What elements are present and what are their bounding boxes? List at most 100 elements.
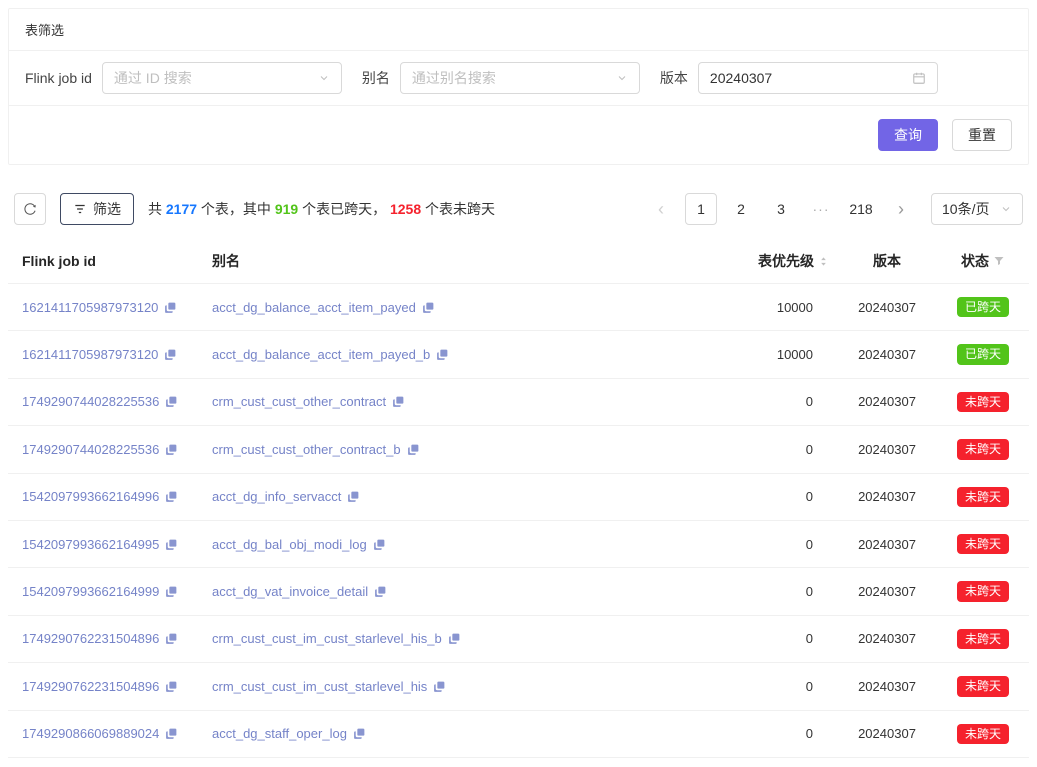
page-size-value: 10条/页 — [942, 199, 989, 219]
status-cell: 已跨天 — [937, 331, 1029, 378]
copy-icon[interactable] — [448, 632, 461, 645]
uncrossed-count: 1258 — [390, 201, 421, 217]
alias-link[interactable]: acct_dg_bal_obj_modi_log — [212, 537, 367, 552]
flink-job-id-link[interactable]: 1749290762231504896 — [22, 631, 159, 646]
alias-link[interactable]: crm_cust_cust_im_cust_starlevel_his_b — [212, 631, 442, 646]
copy-icon[interactable] — [165, 538, 178, 551]
chevron-down-icon — [1000, 203, 1012, 215]
alias-link[interactable]: crm_cust_cust_other_contract_b — [212, 442, 401, 457]
version-cell: 20240307 — [837, 284, 937, 331]
status-badge: 已跨天 — [957, 297, 1009, 317]
page-button-1[interactable]: 1 — [685, 193, 717, 225]
alias-link[interactable]: acct_dg_info_servacct — [212, 489, 341, 504]
version-cell: 20240307 — [837, 663, 937, 710]
page-button-218[interactable]: 218 — [845, 193, 877, 225]
alias-cell: crm_cust_cust_other_contract — [204, 378, 717, 425]
version-cell: 20240307 — [837, 331, 937, 378]
copy-icon[interactable] — [422, 301, 435, 314]
flink-job-id-cell: 1749290744028225536 — [8, 378, 204, 425]
table-summary: 共 2177 个表，其中 919 个表已跨天， 1258 个表未跨天 — [148, 199, 495, 219]
page-button-3[interactable]: 3 — [765, 193, 797, 225]
copy-icon[interactable] — [165, 490, 178, 503]
alias-cell: crm_cust_cust_im_cust_starlevel_his_b — [204, 615, 717, 662]
alias-cell: acct_dg_vat_invoice_detail — [204, 568, 717, 615]
copy-icon[interactable] — [165, 585, 178, 598]
flink-job-id-select[interactable]: 通过 ID 搜索 — [102, 62, 342, 94]
copy-icon[interactable] — [165, 680, 178, 693]
next-page-button[interactable]: › — [885, 193, 917, 225]
reset-button[interactable]: 重置 — [952, 119, 1012, 151]
flink-job-id-link[interactable]: 1749290744028225536 — [22, 394, 159, 409]
table-row: 1749290744028225536 crm_cust_cust_other_… — [8, 426, 1029, 473]
priority-cell: 0 — [717, 378, 837, 425]
alias-link[interactable]: crm_cust_cust_other_contract — [212, 394, 386, 409]
status-badge: 未跨天 — [957, 676, 1009, 696]
flink-job-id-link[interactable]: 1542097993662164996 — [22, 489, 159, 504]
flink-job-id-cell: 1542097993662164999 — [8, 568, 204, 615]
priority-cell: 0 — [717, 568, 837, 615]
summary-text: 个表已跨天， — [298, 201, 390, 217]
page-button-2[interactable]: 2 — [725, 193, 757, 225]
copy-icon[interactable] — [374, 585, 387, 598]
filter-button[interactable]: 筛选 — [60, 193, 134, 225]
status-cell: 未跨天 — [937, 426, 1029, 473]
table-row: 1749290762231504896 crm_cust_cust_im_cus… — [8, 615, 1029, 662]
copy-icon[interactable] — [347, 490, 360, 503]
priority-header-label: 表优先级 — [758, 251, 814, 271]
copy-icon[interactable] — [165, 443, 178, 456]
alias-link[interactable]: crm_cust_cust_im_cust_starlevel_his — [212, 679, 427, 694]
alias-link[interactable]: acct_dg_staff_oper_log — [212, 726, 347, 741]
alias-link[interactable]: acct_dg_balance_acct_item_payed_b — [212, 347, 430, 362]
page: 表筛选 Flink job id 通过 ID 搜索 别名 通过别名搜索 — [0, 0, 1037, 767]
copy-icon[interactable] — [353, 727, 366, 740]
copy-icon[interactable] — [436, 348, 449, 361]
flink-job-id-link[interactable]: 1749290762231504896 — [22, 679, 159, 694]
flink-job-id-link[interactable]: 1621411705987973120 — [22, 347, 158, 362]
refresh-button[interactable] — [14, 193, 46, 225]
copy-icon[interactable] — [164, 348, 177, 361]
table-toolbar: 筛选 共 2177 个表，其中 919 个表已跨天， 1258 个表未跨天 ‹1… — [14, 193, 1023, 225]
filter-funnel-icon[interactable] — [993, 255, 1005, 267]
alias-link[interactable]: acct_dg_balance_acct_item_payed — [212, 300, 416, 315]
copy-icon[interactable] — [407, 443, 420, 456]
alias-cell: acct_dg_staff_oper_log — [204, 710, 717, 757]
status-badge: 未跨天 — [957, 487, 1009, 507]
column-header-flink-job-id: Flink job id — [8, 239, 204, 284]
alias-select[interactable]: 通过别名搜索 — [400, 62, 640, 94]
table-row: 1621411705987973120 acct_dg_balance_acct… — [8, 284, 1029, 331]
flink-job-id-cell: 1749290762231504896 — [8, 663, 204, 710]
flink-job-id-link[interactable]: 1542097993662164999 — [22, 584, 159, 599]
priority-cell: 0 — [717, 426, 837, 473]
query-button[interactable]: 查询 — [878, 119, 938, 151]
copy-icon[interactable] — [165, 395, 178, 408]
copy-icon[interactable] — [165, 727, 178, 740]
filter-panel: 表筛选 Flink job id 通过 ID 搜索 别名 通过别名搜索 — [8, 8, 1029, 165]
flink-job-id-link[interactable]: 1621411705987973120 — [22, 300, 158, 315]
flink-job-id-field: Flink job id 通过 ID 搜索 — [25, 62, 342, 94]
flink-job-id-link[interactable]: 1542097993662164995 — [22, 537, 159, 552]
version-date-picker[interactable]: 20240307 — [698, 62, 938, 94]
version-cell: 20240307 — [837, 568, 937, 615]
status-badge: 已跨天 — [957, 344, 1009, 364]
flink-job-id-link[interactable]: 1749290744028225536 — [22, 442, 159, 457]
alias-cell: acct_dg_balance_acct_item_payed_b — [204, 331, 717, 378]
copy-icon[interactable] — [165, 632, 178, 645]
copy-icon[interactable] — [373, 538, 386, 551]
copy-icon[interactable] — [392, 395, 405, 408]
flink-job-id-cell: 1621411705987973120 — [8, 331, 204, 378]
version-cell: 20240307 — [837, 615, 937, 662]
status-badge: 未跨天 — [957, 629, 1009, 649]
tables-table: Flink job id 别名 表优先级 版本 状态 — [8, 239, 1029, 758]
alias-placeholder: 通过别名搜索 — [412, 68, 496, 88]
priority-cell: 10000 — [717, 284, 837, 331]
version-value: 20240307 — [710, 70, 772, 86]
alias-cell: crm_cust_cust_im_cust_starlevel_his — [204, 663, 717, 710]
alias-link[interactable]: acct_dg_vat_invoice_detail — [212, 584, 368, 599]
copy-icon[interactable] — [433, 680, 446, 693]
sort-icon[interactable] — [818, 254, 829, 269]
page-size-select[interactable]: 10条/页 — [931, 193, 1023, 225]
prev-page-button[interactable]: ‹ — [645, 193, 677, 225]
copy-icon[interactable] — [164, 301, 177, 314]
status-header-label: 状态 — [961, 251, 989, 271]
flink-job-id-link[interactable]: 1749290866069889024 — [22, 726, 159, 741]
